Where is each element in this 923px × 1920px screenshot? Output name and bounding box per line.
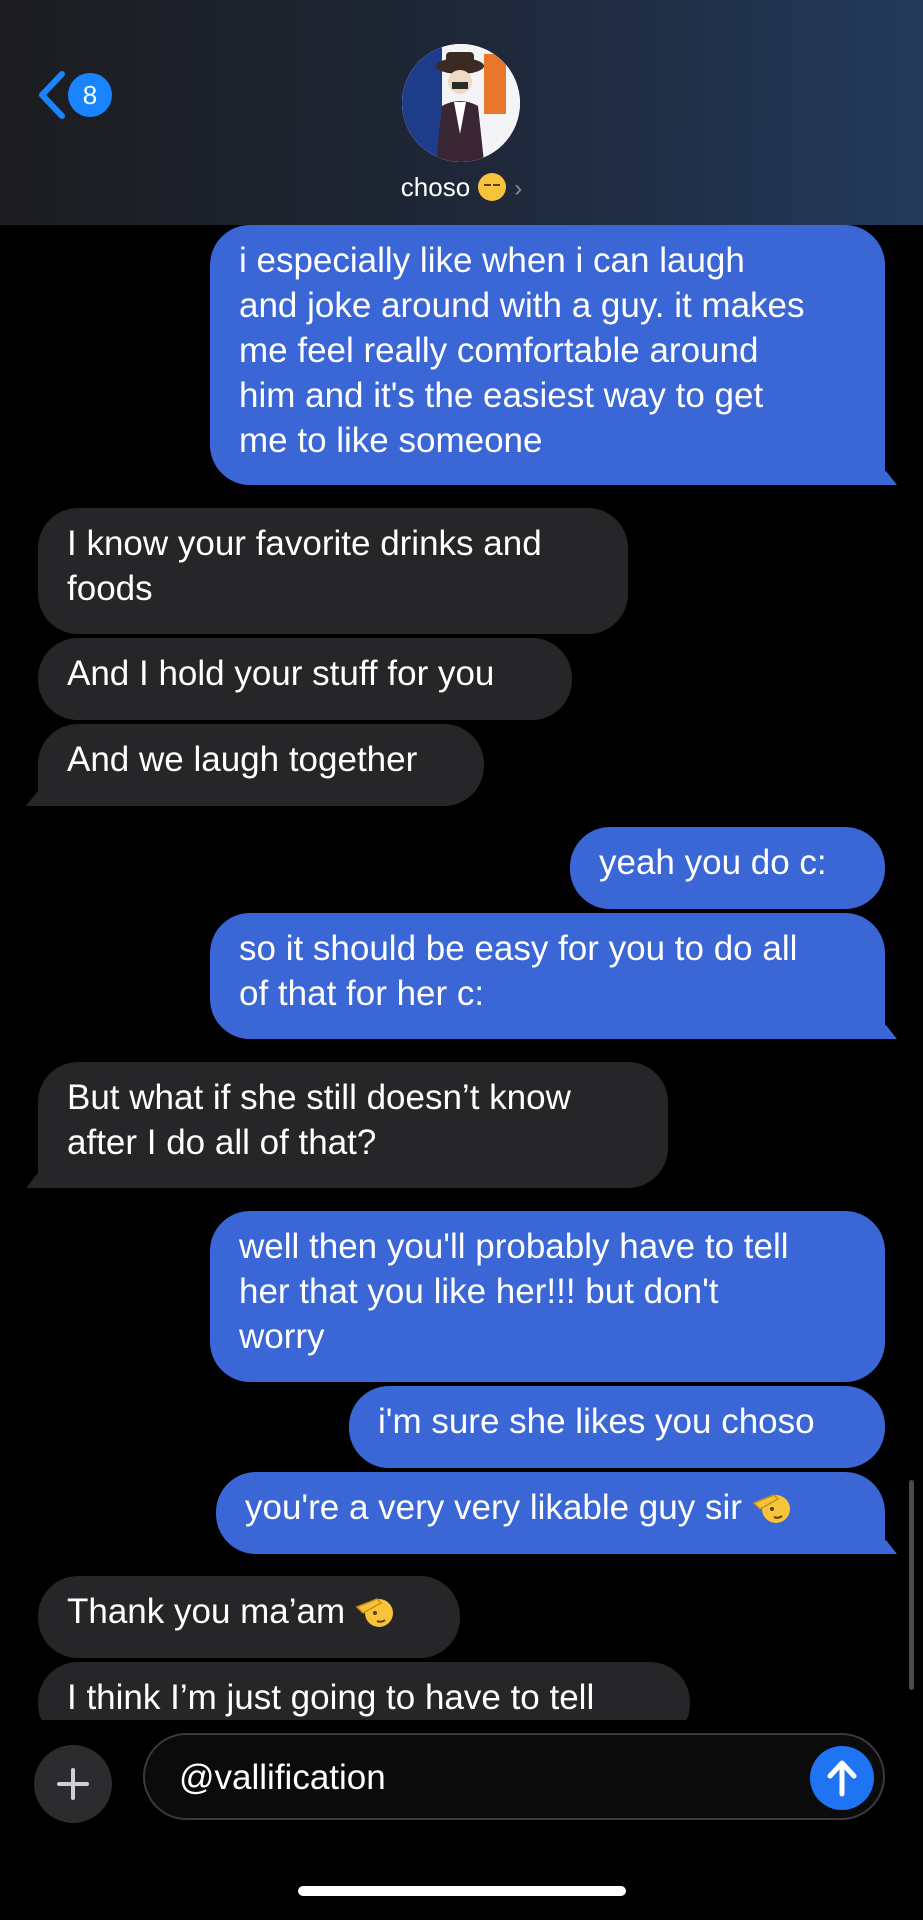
scrollbar[interactable] — [909, 1480, 914, 1690]
avatar[interactable] — [402, 44, 520, 162]
saluting-face-emoji — [355, 1598, 394, 1627]
message-line: i'm sure she likes you choso — [378, 1402, 815, 1441]
relieved-face-emoji — [478, 173, 507, 201]
message-input[interactable] — [177, 1749, 781, 1807]
message-bubble-sent[interactable]: i'm sure she likes you choso — [349, 1386, 885, 1468]
message-bubble-sent[interactable]: so it should be easy for you to do all o… — [210, 913, 885, 1039]
conversation-header: 8 choso › — [0, 0, 923, 225]
arrow-up-icon — [827, 1760, 857, 1797]
message-bubble-received[interactable]: Thank you ma’am — [38, 1576, 460, 1658]
message-bubble-sent[interactable]: i especially like when i can laugh and j… — [210, 225, 885, 485]
message-bubble-received[interactable]: But what if she still doesn’t know after… — [38, 1062, 668, 1188]
saluting-face-emoji — [752, 1494, 790, 1523]
message-line: after I do all of that? — [67, 1123, 377, 1162]
message-bubble-received[interactable]: And I hold your stuff for you — [38, 638, 572, 720]
message-line: and joke around with a guy. it makes — [239, 286, 805, 325]
message-line: worry — [239, 1317, 325, 1356]
message-line: her that you like her!!! but don't — [239, 1272, 719, 1311]
chevron-left-icon — [39, 71, 65, 119]
message-bubble-received[interactable]: I know your favorite drinks and foods — [38, 508, 628, 634]
message-line: me feel really comfortable around — [239, 331, 759, 370]
contact-photo — [402, 44, 520, 162]
home-indicator[interactable] — [298, 1886, 626, 1896]
message-line: so it should be easy for you to do all — [239, 929, 798, 968]
message-line: Thank you ma’am — [67, 1592, 346, 1631]
message-input-field[interactable] — [143, 1733, 885, 1820]
chevron-right-icon: › — [514, 175, 523, 202]
message-bubble-sent[interactable]: yeah you do c: — [570, 827, 885, 909]
unread-count-badge: 8 — [68, 73, 112, 117]
message-line: I know your favorite drinks and — [67, 524, 542, 563]
message-line: him and it's the easiest way to get — [239, 376, 764, 415]
plus-icon — [57, 1768, 89, 1800]
message-line: I think I’m just going to have to tell — [67, 1678, 595, 1717]
add-attachment-button[interactable] — [34, 1745, 112, 1823]
message-thread[interactable]: i especially like when i can laugh and j… — [0, 0, 923, 1720]
contact-name: choso — [400, 172, 471, 202]
message-bubble-received[interactable]: I think I’m just going to have to tell — [38, 1662, 690, 1720]
message-line: me to like someone — [239, 421, 543, 460]
message-line: of that for her c: — [239, 974, 485, 1013]
message-line: i especially like when i can laugh — [239, 241, 745, 280]
message-line: And we laugh together — [67, 740, 418, 779]
message-line: yeah you do c: — [599, 843, 827, 882]
message-bubble-received[interactable]: And we laugh together — [38, 724, 484, 806]
message-line: And I hold your stuff for you — [67, 654, 495, 693]
message-line: you're a very very likable guy sir — [245, 1488, 742, 1527]
contact-name-button[interactable]: choso › — [0, 172, 923, 203]
back-button[interactable]: 8 — [36, 70, 112, 120]
send-button[interactable] — [810, 1746, 874, 1810]
message-line: foods — [67, 569, 153, 608]
message-bubble-sent[interactable]: you're a very very likable guy sir — [216, 1472, 885, 1554]
message-bubble-sent[interactable]: well then you'll probably have to tell h… — [210, 1211, 885, 1382]
message-line: well then you'll probably have to tell — [239, 1227, 789, 1266]
message-line: But what if she still doesn’t know — [67, 1078, 571, 1117]
